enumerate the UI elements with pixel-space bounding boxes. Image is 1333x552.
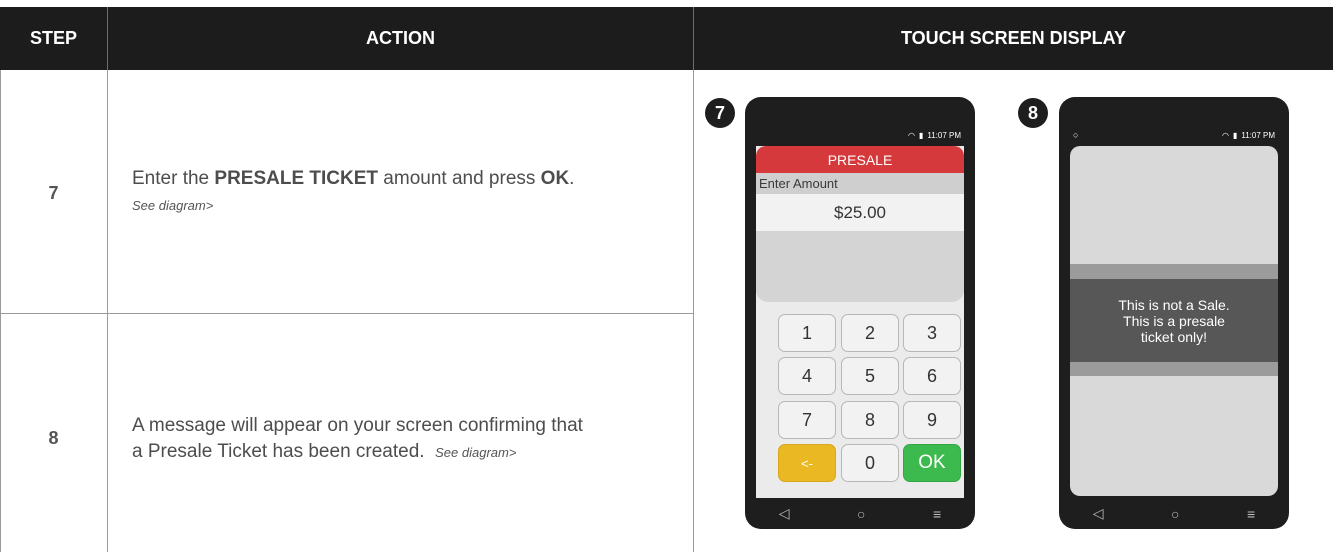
action-text-7: Enter the PRESALE TICKET amount and pres… [132, 168, 575, 213]
key-5[interactable]: 5 [841, 357, 899, 395]
key-9[interactable]: 9 [903, 401, 961, 439]
header-step: STEP [0, 7, 107, 70]
action-text-8: A message will appear on your screen con… [132, 415, 583, 462]
backspace-key[interactable]: <- [778, 444, 836, 482]
key-3[interactable]: 3 [903, 314, 961, 352]
ok-button[interactable]: OK [903, 444, 961, 482]
amount-label: Enter Amount [756, 173, 964, 194]
header-action: ACTION [108, 7, 693, 70]
menu-icon[interactable]: ≡ [933, 506, 941, 522]
table-border-left [0, 70, 1, 552]
key-1[interactable]: 1 [778, 314, 836, 352]
phone-screen: This is not a Sale. This is a presale ti… [1070, 146, 1278, 496]
step-number-7: 7 [48, 183, 59, 203]
key-2[interactable]: 2 [841, 314, 899, 352]
amount-area [756, 231, 964, 302]
home-icon[interactable]: ○ [1171, 506, 1179, 522]
amount-input[interactable]: $25.00 [756, 194, 964, 231]
key-6[interactable]: 6 [903, 357, 961, 395]
presale-message: This is not a Sale. This is a presale ti… [1070, 279, 1278, 362]
clock-text: 11:07 PM [1241, 131, 1275, 140]
menu-icon[interactable]: ≡ [1247, 506, 1255, 522]
key-8[interactable]: 8 [841, 401, 899, 439]
battery-icon: ▮ [918, 131, 924, 140]
back-icon[interactable]: ◁ [1093, 505, 1104, 522]
back-icon[interactable]: ◁ [779, 505, 790, 522]
phone-presale-entry: ◠ ▮ 11:07 PM PRESALE Enter Amount $25.00… [745, 97, 975, 529]
instruction-table: STEP ACTION TOUCH SCREEN DISPLAY 7 Enter… [0, 0, 1333, 552]
home-icon[interactable]: ○ [857, 506, 865, 522]
presale-title: PRESALE [756, 146, 964, 173]
step-badge-8: 8 [1018, 98, 1048, 128]
status-bar: ◠ ▮ 11:07 PM [1222, 131, 1275, 140]
row-divider [0, 313, 693, 314]
android-nav-bar: ◁ ○ ≡ [745, 498, 975, 529]
see-diagram-link: See diagram> [132, 198, 214, 213]
wifi-icon: ◠ [1221, 131, 1229, 140]
clock-text: 11:07 PM [927, 131, 961, 140]
header-display: TOUCH SCREEN DISPLAY [694, 7, 1333, 70]
phone-presale-message: ○ ◠ ▮ 11:07 PM This is not a Sale. This … [1059, 97, 1289, 529]
key-0[interactable]: 0 [841, 444, 899, 482]
status-bar: ◠ ▮ 11:07 PM [908, 131, 961, 140]
key-7[interactable]: 7 [778, 401, 836, 439]
step-badge-7: 7 [705, 98, 735, 128]
wifi-icon: ◠ [907, 131, 915, 140]
circle-status-icon: ○ [1073, 130, 1079, 140]
android-nav-bar: ◁ ○ ≡ [1059, 498, 1289, 529]
phone-screen: PRESALE Enter Amount $25.00 1 2 3 4 5 6 … [756, 146, 964, 498]
step-number-8: 8 [48, 428, 59, 448]
column-divider [693, 70, 694, 552]
see-diagram-link: See diagram> [435, 445, 517, 460]
column-divider [107, 70, 108, 552]
key-4[interactable]: 4 [778, 357, 836, 395]
battery-icon: ▮ [1232, 131, 1238, 140]
